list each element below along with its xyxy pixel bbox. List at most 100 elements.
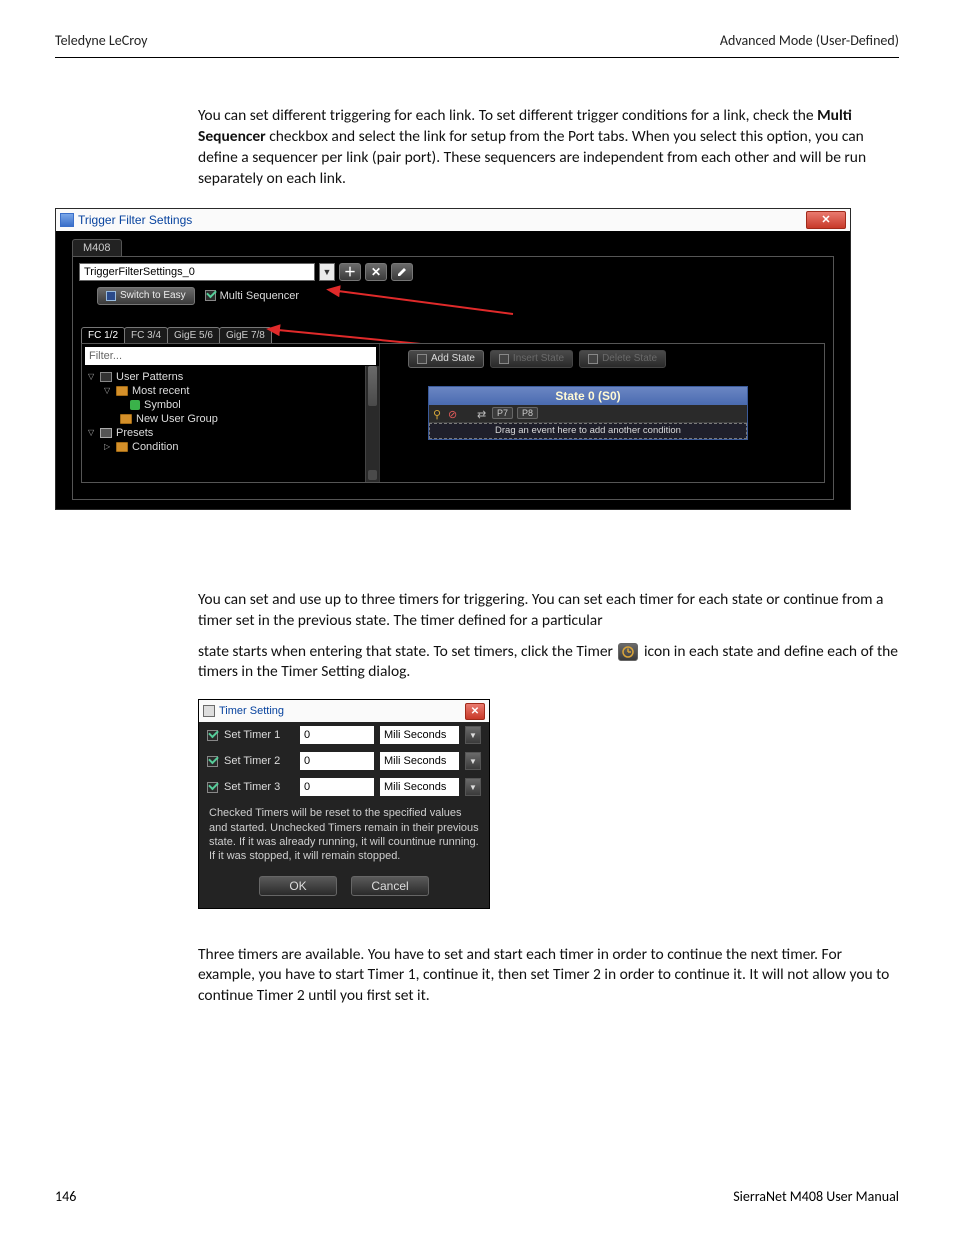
para1-post: checkbox and select the link for setup f… [198,127,866,188]
timer1-label: Set Timer 1 [224,729,294,741]
presets-icon [100,428,112,438]
trigger-filter-settings-window: Trigger Filter Settings ✕ M408 TriggerFi… [55,208,851,510]
tree-condition[interactable]: ▷ Condition [86,440,379,454]
add-state-button[interactable]: Add State [408,350,484,368]
header-right: Advanced Mode (User-Defined) [720,32,899,49]
insert-state-button[interactable]: Insert State [490,350,573,368]
timer1-checkbox[interactable] [207,730,218,741]
tree-new-user-group[interactable]: New User Group [86,412,379,426]
port-tab-fc34[interactable]: FC 3/4 [124,327,168,343]
port-tab-gige56[interactable]: GigE 5/6 [167,327,220,343]
tree-most-recent[interactable]: ▽ Most recent [86,384,379,398]
btn-label: Add State [431,353,475,364]
timer-row-2: Set Timer 2 0 Mili Seconds ▼ [199,748,489,774]
port-tab-gige78[interactable]: GigE 7/8 [219,327,272,343]
drop-condition-area[interactable]: Drag an event here to add another condit… [429,423,747,439]
timer2-value-input[interactable]: 0 [300,752,374,770]
expand-icon: ▷ [104,442,112,451]
timer2-unit-select[interactable]: Mili Seconds [380,752,459,770]
timer2-unit-arrow[interactable]: ▼ [465,752,481,770]
expand-icon: ▽ [104,386,112,395]
timer3-checkbox[interactable] [207,782,218,793]
timer-row-1: Set Timer 1 0 Mili Seconds ▼ [199,722,489,748]
timer3-label: Set Timer 3 [224,781,294,793]
para-3: state starts when entering that state. T… [198,642,899,684]
window-close-button[interactable]: ✕ [806,211,846,229]
user-patterns-icon [100,372,112,382]
timer-dialog-title: Timer Setting [219,705,284,717]
port-chip-p7[interactable]: P7 [492,407,513,419]
expand-icon: ▽ [88,428,96,437]
page-number: 146 [55,1188,76,1205]
para1-pre: You can set different triggering for eac… [198,106,817,125]
tree-presets[interactable]: ▽ Presets [86,426,379,440]
tree-scrollbar[interactable] [365,366,379,482]
tree-label: New User Group [136,413,218,425]
timer-dialog-icon [203,705,215,717]
para-2: You can set and use up to three timers f… [198,590,899,632]
timer-row-3: Set Timer 3 0 Mili Seconds ▼ [199,774,489,800]
state-disable-icon[interactable]: ⊘ [448,408,459,419]
switch-to-easy-button[interactable]: Switch to Easy [97,287,195,305]
state-header: State 0 (S0) [429,387,747,405]
timer-inline-icon [618,643,638,661]
timer3-value-input[interactable]: 0 [300,778,374,796]
timer2-label: Set Timer 2 [224,755,294,767]
tree-label: User Patterns [116,371,183,383]
state-link-icon[interactable]: ⇄ [477,408,488,419]
header-left: Teledyne LeCroy [55,32,148,49]
symbol-icon [130,400,140,410]
state-panel: State 0 (S0) ⚲ ⊘ ⇄ P7 P8 Drag an event h… [428,386,748,440]
window-icon [60,213,74,227]
expand-icon: ▽ [88,372,96,381]
btn-label: Insert State [513,353,564,364]
timer-close-button[interactable]: ✕ [465,703,485,720]
tree-symbol[interactable]: Symbol [86,398,379,412]
para-1: You can set different triggering for eac… [198,106,899,190]
multi-sequencer-checkbox[interactable]: Multi Sequencer [205,290,300,302]
para3-pre: state starts when entering that state. T… [198,642,616,661]
insert-state-icon [499,354,509,364]
timer1-unit-arrow[interactable]: ▼ [465,726,481,744]
folder-icon [116,442,128,452]
timer-ok-button[interactable]: OK [259,876,337,896]
timer-cancel-button[interactable]: Cancel [351,876,429,896]
folder-icon [120,414,132,424]
tree-label: Condition [132,441,178,453]
para-4: Three timers are available. You have to … [198,945,899,1008]
switch-label: Switch to Easy [120,290,186,301]
settings-dropdown[interactable]: TriggerFilterSettings_0 [79,263,315,281]
timer1-value-input[interactable]: 0 [300,726,374,744]
tree-label: Most recent [132,385,189,397]
add-state-icon [417,354,427,364]
folder-icon [116,386,128,396]
delete-state-icon [588,354,598,364]
state-filter-icon[interactable]: ⚲ [433,408,444,419]
window-titlebar: Trigger Filter Settings ✕ [56,209,850,231]
filter-input[interactable]: Filter... [85,347,376,365]
tree-label: Presets [116,427,153,439]
doc-name: SierraNet M408 User Manual [733,1188,899,1205]
timer-help-text: Checked Timers will be reset to the spec… [199,800,489,867]
multi-sequencer-label: Multi Sequencer [220,290,300,302]
tree-user-patterns[interactable]: ▽ User Patterns [86,370,379,384]
header-rule [55,57,899,58]
device-tab-m408[interactable]: M408 [72,239,122,256]
delete-state-button[interactable]: Delete State [579,350,666,368]
timer-setting-dialog: Timer Setting ✕ Set Timer 1 0 Mili Secon… [198,699,490,908]
timer3-unit-select[interactable]: Mili Seconds [380,778,459,796]
timer1-unit-select[interactable]: Mili Seconds [380,726,459,744]
timer3-unit-arrow[interactable]: ▼ [465,778,481,796]
edit-icon-button[interactable] [391,263,413,281]
settings-dropdown-arrow[interactable]: ▼ [319,263,335,281]
tree-label: Symbol [144,399,181,411]
port-chip-p8[interactable]: P8 [517,407,538,419]
switch-icon [106,291,116,301]
checkbox-icon [205,290,216,301]
window-title: Trigger Filter Settings [78,213,806,227]
timer2-checkbox[interactable] [207,756,218,767]
add-icon-button[interactable]: ＋ [339,263,361,281]
btn-label: Delete State [602,353,657,364]
delete-icon-button[interactable]: ✕ [365,263,387,281]
port-tab-fc12[interactable]: FC 1/2 [81,327,125,343]
